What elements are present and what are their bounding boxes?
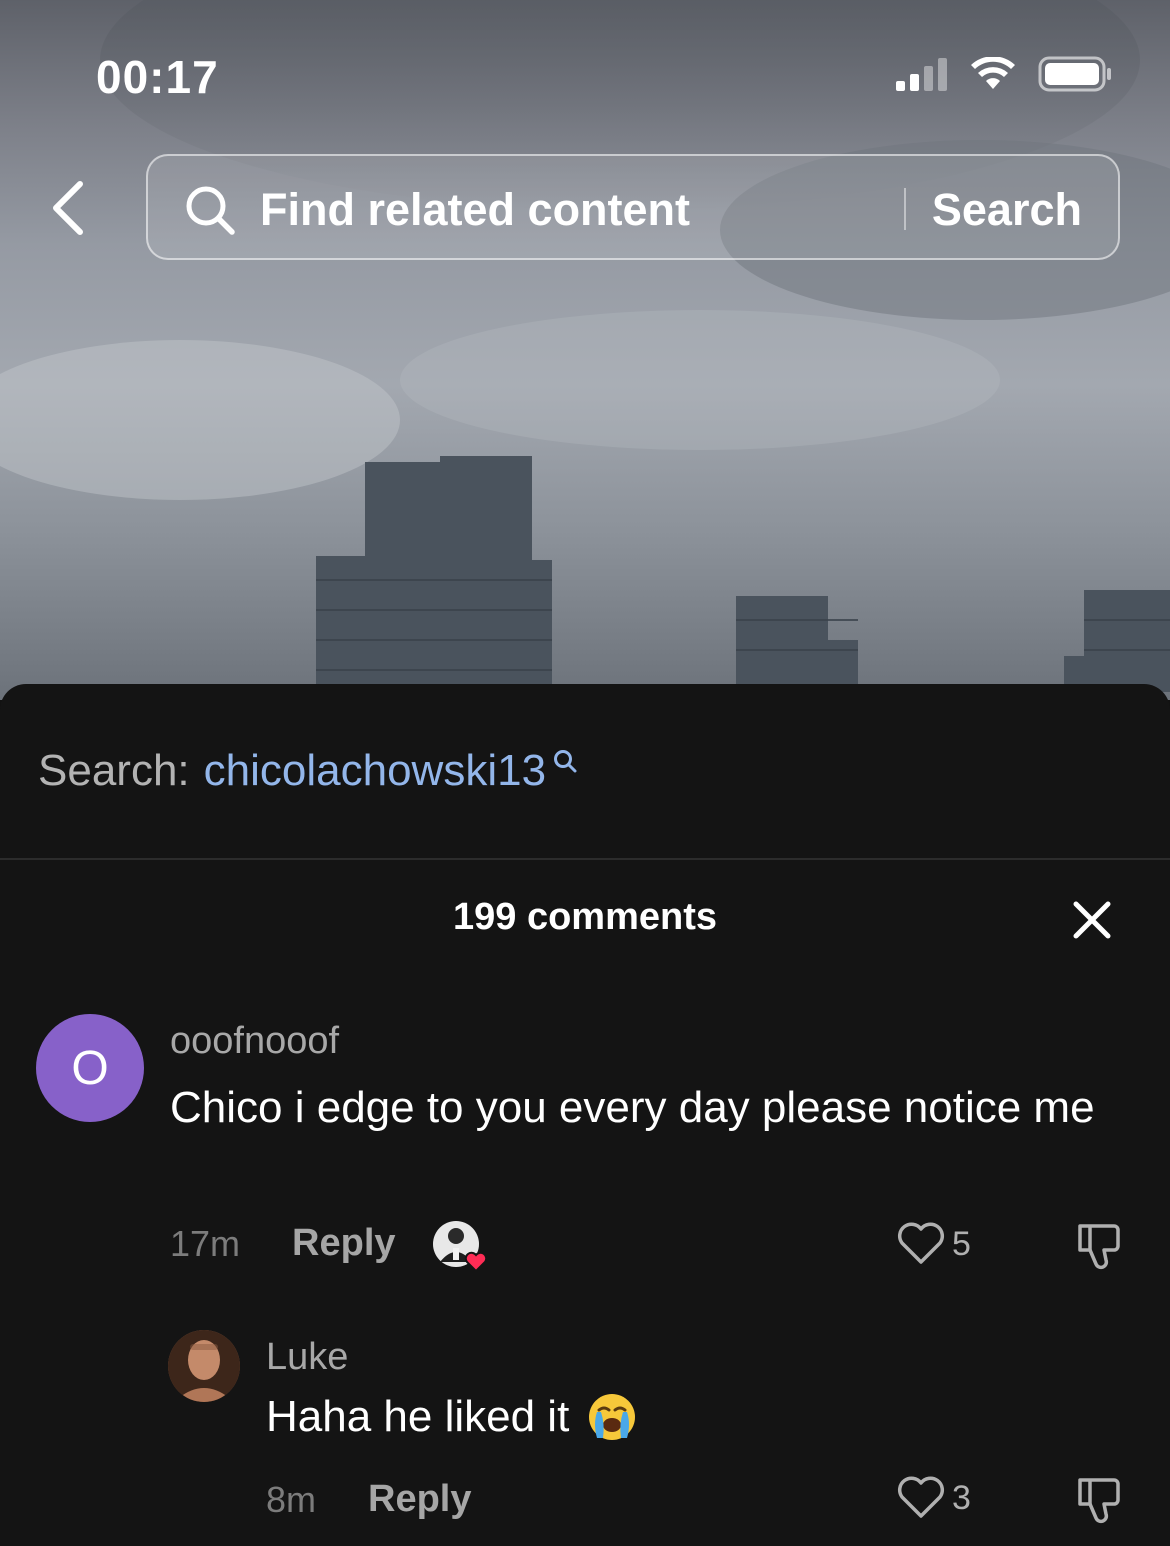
comment-text-body: Haha he liked it bbox=[266, 1392, 570, 1441]
comment-username[interactable]: ooofnooof bbox=[170, 1020, 339, 1063]
status-bar: 00:17 bbox=[0, 0, 1170, 140]
search-suggestion[interactable]: Search: chicolachowski13 bbox=[38, 746, 578, 796]
comment-meta: 8m Reply bbox=[266, 1478, 472, 1521]
search-input[interactable]: Find related content bbox=[260, 184, 690, 236]
status-time: 00:17 bbox=[96, 51, 219, 103]
search-button[interactable]: Search bbox=[932, 184, 1082, 236]
dislike-icon[interactable] bbox=[1074, 1220, 1124, 1270]
divider bbox=[0, 858, 1170, 860]
comment-time: 17m bbox=[170, 1222, 241, 1264]
search-icon bbox=[554, 750, 577, 773]
comments-sheet: Search: chicolachowski13 199 comments O … bbox=[0, 684, 1170, 1546]
like-button[interactable]: 3 bbox=[896, 1476, 971, 1520]
search-suggestion-term[interactable]: chicolachowski13 bbox=[204, 746, 546, 796]
like-count: 5 bbox=[952, 1224, 971, 1263]
reply-button[interactable]: Reply bbox=[368, 1478, 471, 1521]
avatar[interactable]: O bbox=[36, 1014, 144, 1122]
comment-text: Chico i edge to you every day please not… bbox=[170, 1083, 1095, 1132]
back-button[interactable] bbox=[40, 176, 96, 240]
battery-icon bbox=[1038, 56, 1111, 92]
comment-text: Haha he liked it bbox=[266, 1392, 637, 1442]
search-divider bbox=[904, 188, 906, 230]
status-icons bbox=[896, 56, 1112, 92]
wifi-icon bbox=[971, 57, 1015, 89]
comment-time: 8m bbox=[266, 1478, 317, 1520]
close-icon[interactable] bbox=[1066, 894, 1118, 946]
comment-username[interactable]: Luke bbox=[266, 1336, 348, 1379]
comments-count-title: 199 comments bbox=[452, 896, 717, 938]
like-count: 3 bbox=[952, 1478, 971, 1517]
cellular-signal-icon bbox=[896, 58, 947, 91]
heart-outline-icon bbox=[897, 1476, 945, 1518]
avatar-image bbox=[168, 1330, 240, 1402]
comment-meta: 17m Reply bbox=[170, 1222, 396, 1265]
avatar[interactable] bbox=[168, 1330, 240, 1402]
heart-outline-icon bbox=[897, 1222, 945, 1264]
liked-by-creator-icon bbox=[433, 1221, 488, 1272]
dislike-icon[interactable] bbox=[1074, 1474, 1124, 1524]
reply-button[interactable]: Reply bbox=[292, 1222, 395, 1265]
chevron-left-icon bbox=[53, 181, 83, 235]
search-icon bbox=[186, 186, 235, 235]
like-button[interactable]: 5 bbox=[896, 1222, 971, 1266]
search-suggestion-prefix: Search: bbox=[38, 746, 190, 795]
search-bar[interactable]: Find related content Search bbox=[146, 154, 1120, 260]
loudly-crying-face-emoji-icon bbox=[589, 1394, 636, 1440]
